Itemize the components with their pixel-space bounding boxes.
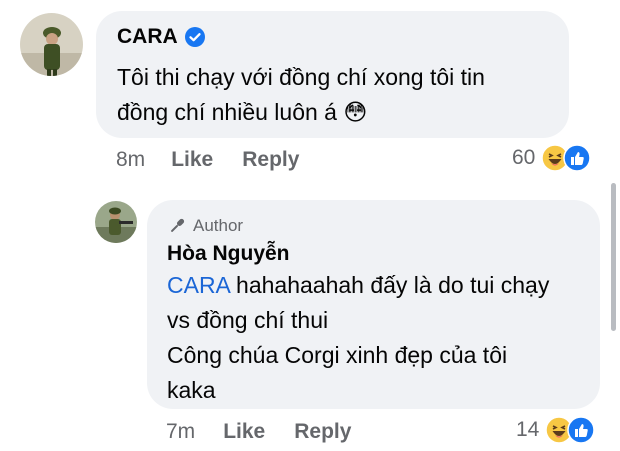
comment-author-row: CARA: [117, 25, 205, 49]
like-react-icon: [563, 144, 592, 172]
reply-like-button[interactable]: Like: [223, 420, 265, 444]
reply-reaction-count: 14: [516, 418, 540, 441]
comment-line: Tôi thi chạy với đồng chí xong tôi tin: [117, 64, 485, 90]
like-button[interactable]: Like: [171, 148, 213, 172]
reply-reply-button[interactable]: Reply: [294, 420, 351, 444]
author-badge: Author: [167, 216, 243, 236]
author-badge-label: Author: [193, 216, 244, 235]
reply-line: CARA hahahaahah đấy là do tui chạy: [167, 268, 549, 303]
reaction-summary[interactable]: 60: [512, 144, 592, 172]
reply-timestamp[interactable]: 7m: [166, 420, 195, 444]
comment-timestamp[interactable]: 8m: [116, 148, 145, 172]
comment-actions: 8m Like Reply: [116, 148, 299, 172]
comment-author-name[interactable]: CARA: [117, 25, 178, 49]
microphone-icon: [171, 218, 185, 232]
reaction-count: 60: [512, 146, 536, 169]
mention-link[interactable]: CARA: [167, 272, 230, 298]
scrollbar[interactable]: [611, 183, 616, 331]
reply-reaction-summary[interactable]: 14: [516, 416, 596, 444]
comment-bubble: CARA Tôi thi chạy với đồng chí xong tôi …: [96, 11, 569, 138]
reply-button[interactable]: Reply: [242, 148, 299, 172]
reaction-icons: [541, 144, 592, 172]
reply-text: CARA hahahaahah đấy là do tui chạy vs đồ…: [167, 268, 549, 408]
reply-line: vs đồng chí thui: [167, 307, 329, 333]
reply-line-rest: hahahaahah đấy là do tui chạy: [229, 272, 550, 298]
verified-badge-icon: [184, 27, 205, 47]
comment-text: Tôi thi chạy với đồng chí xong tôi tin đ…: [117, 60, 485, 130]
reply-line: kaka: [167, 377, 216, 403]
reply-reaction-icons: [545, 416, 596, 444]
reply-bubble: Author Hòa Nguyễn CARA hahahaahah đấy là…: [147, 200, 600, 409]
reply-actions: 7m Like Reply: [166, 420, 351, 444]
comment-line: đồng chí nhiều luôn á 😳: [117, 99, 368, 125]
like-react-icon: [567, 416, 596, 444]
reply-author-name[interactable]: Hòa Nguyễn: [167, 242, 290, 266]
reply-avatar[interactable]: [95, 201, 137, 243]
reply-line: Công chúa Corgi xinh đẹp của tôi: [167, 342, 508, 368]
avatar[interactable]: [20, 13, 83, 76]
